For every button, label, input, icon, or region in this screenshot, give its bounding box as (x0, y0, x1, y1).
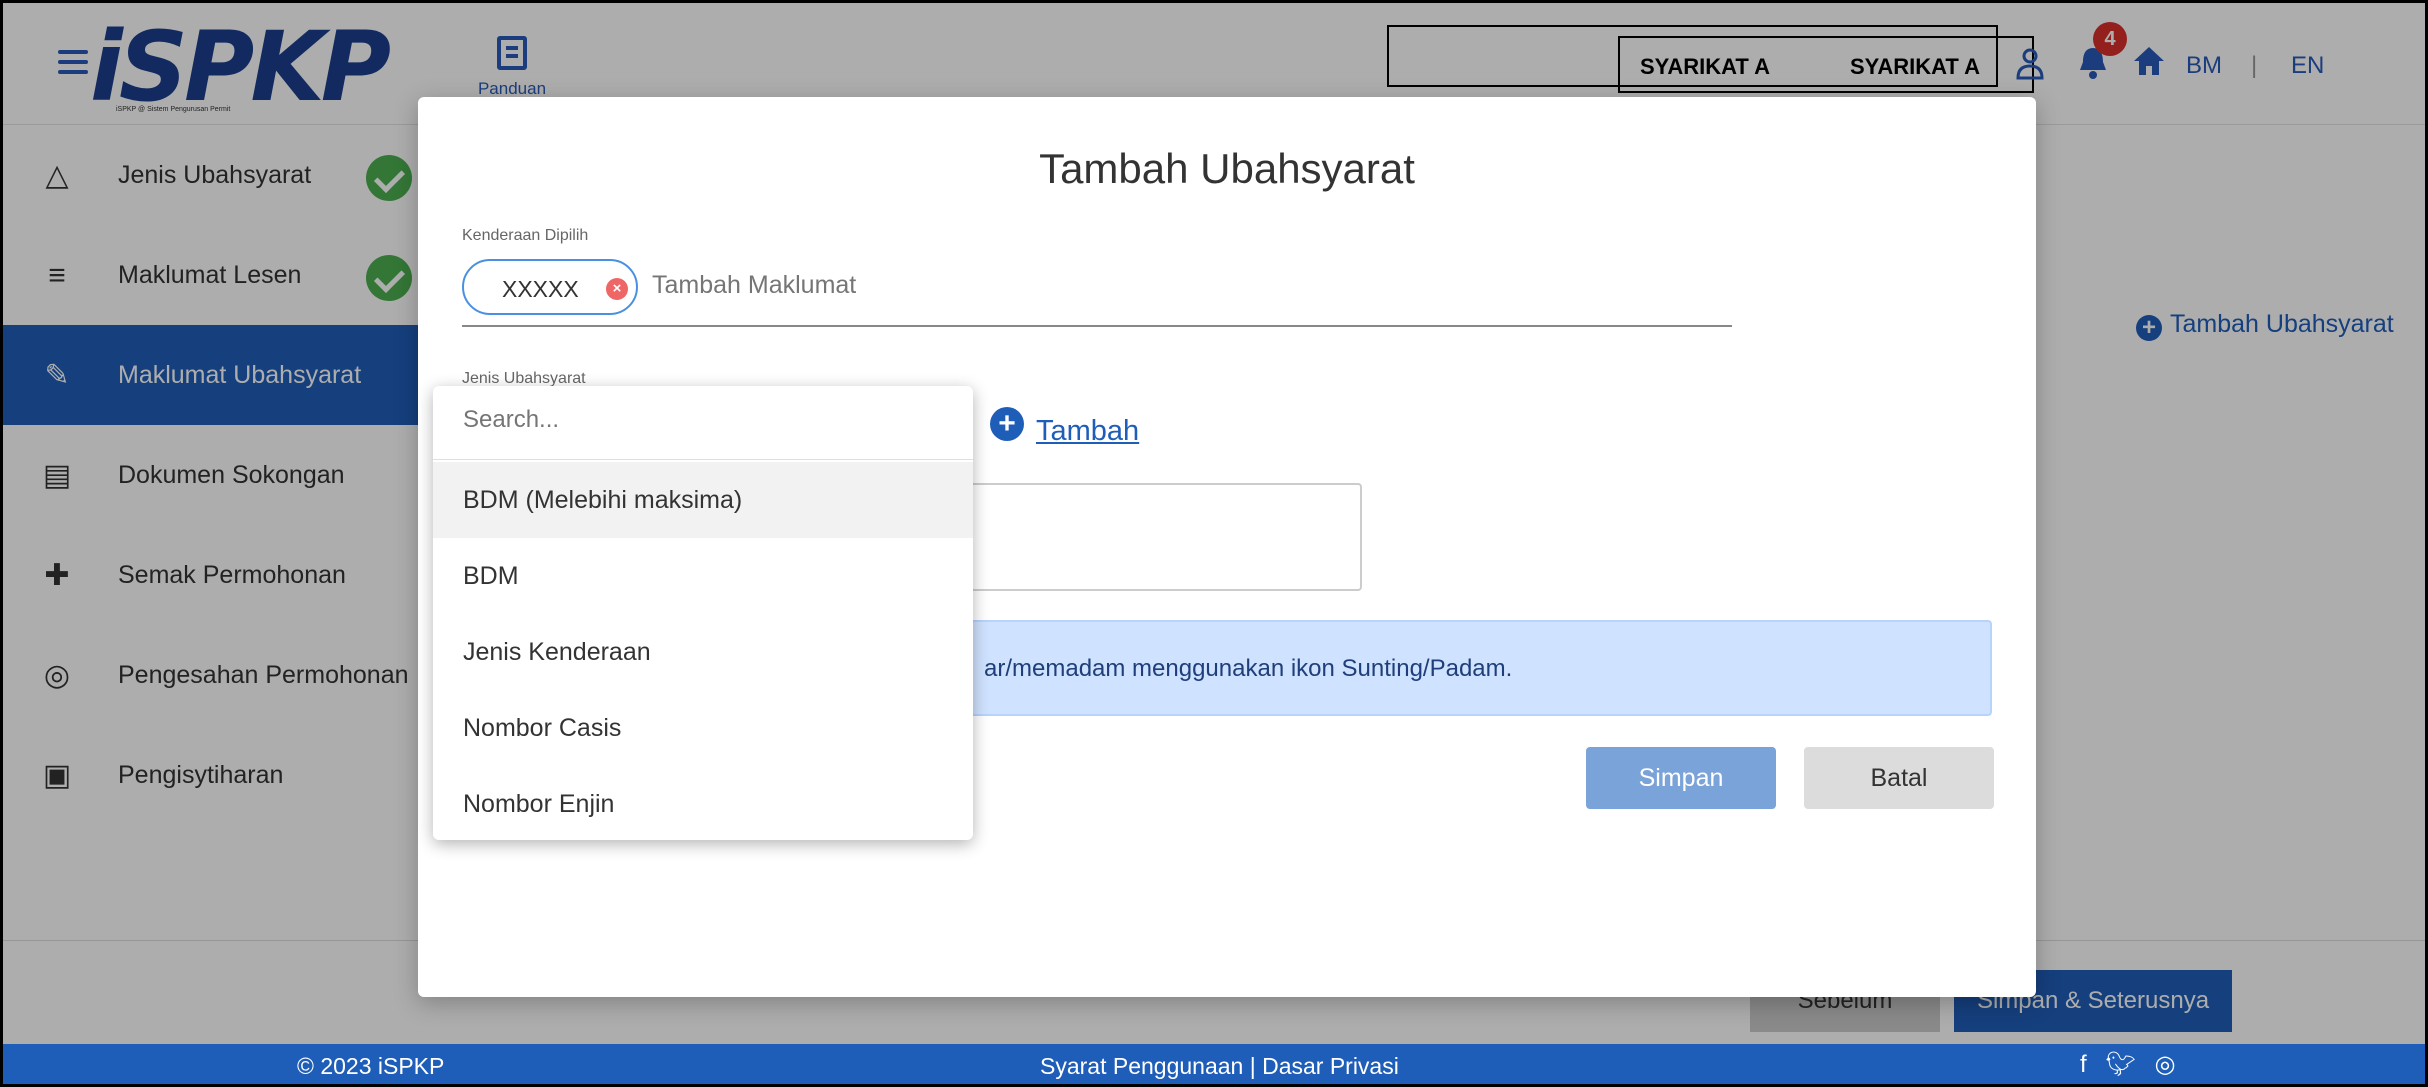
footer-copyright: © 2023 iSPKP (297, 1053, 445, 1079)
option-label: Jenis Kenderaan (463, 638, 651, 666)
option-label: Nombor Enjin (463, 790, 615, 818)
footer-links[interactable]: Syarat Penggunaan | Dasar Privasi (1040, 1053, 1399, 1080)
dropdown-search (433, 386, 973, 460)
vehicle-chip: XXXXX × (462, 259, 638, 315)
chip-label: XXXXX (502, 276, 579, 302)
dropdown-option[interactable]: BDM (433, 538, 973, 614)
input-underline (462, 325, 1732, 327)
add-link[interactable]: Tambah (1036, 415, 1139, 448)
modal-title: Tambah Ubahsyarat (1039, 145, 1415, 192)
add-info-input[interactable] (652, 271, 1252, 300)
dropdown-option[interactable]: Jenis Kenderaan (433, 614, 973, 690)
dropdown-search-input[interactable] (463, 406, 943, 434)
footer: © 2023 iSPKP Syarat Penggunaan | Dasar P… (0, 1044, 2428, 1087)
dropdown-option[interactable]: Nombor Enjin (433, 766, 973, 842)
dropdown-option[interactable]: Nombor Casis (433, 690, 973, 766)
social-icons[interactable]: f 🐦︎ ◎ (2080, 1050, 2181, 1079)
facebook-icon[interactable]: f (2080, 1051, 2093, 1078)
twitter-icon[interactable]: 🐦︎ (2105, 1051, 2141, 1078)
remove-chip-icon[interactable]: × (606, 278, 628, 300)
save-button[interactable]: Simpan (1586, 747, 1776, 809)
jenis-dropdown: BDM (Melebihi maksima) BDM Jenis Kendera… (433, 386, 973, 840)
instagram-icon[interactable]: ◎ (2154, 1051, 2181, 1078)
option-label: BDM (Melebihi maksima) (463, 486, 743, 514)
option-label: BDM (463, 562, 519, 590)
vehicle-field-label: Kenderaan Dipilih (462, 227, 589, 244)
plus-circle-icon[interactable]: + (990, 407, 1024, 441)
dropdown-option[interactable]: BDM (Melebihi maksima) (433, 462, 973, 538)
cancel-button[interactable]: Batal (1804, 747, 1994, 809)
option-label: Nombor Casis (463, 714, 622, 742)
info-text: ar/memadam menggunakan ikon Sunting/Pada… (984, 655, 1513, 682)
